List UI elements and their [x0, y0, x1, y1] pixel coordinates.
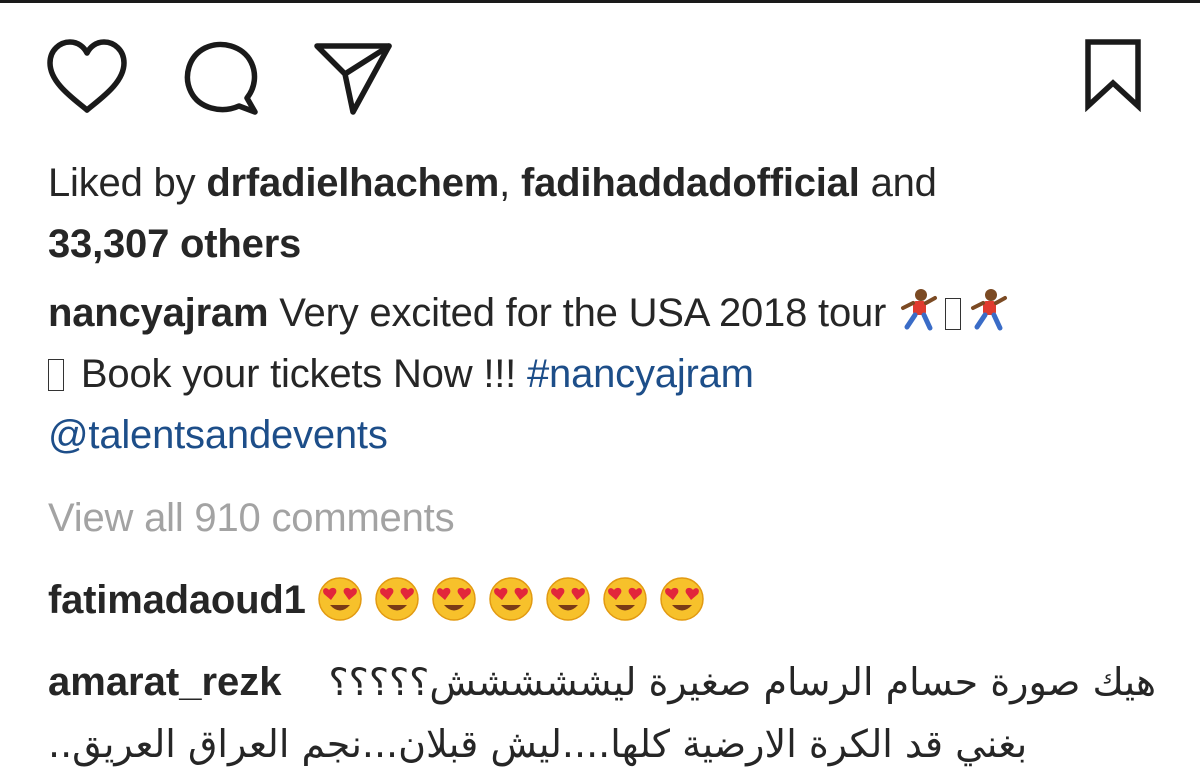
speech-bubble-icon[interactable] [181, 38, 261, 118]
heart-eyes-face-icon [374, 576, 420, 622]
liker-username[interactable]: fadihaddadofficial [521, 161, 860, 205]
caption-text: Book your tickets Now !!! [70, 352, 527, 396]
heart-eyes-face-icon [545, 576, 591, 622]
top-divider [0, 0, 1200, 3]
comment-row: fatimadaoud1 [48, 570, 1158, 640]
hashtag-link[interactable]: #nancyajram [527, 352, 754, 396]
heart-eyes-face-icon [602, 576, 648, 622]
running-boy-emoji-icon [897, 288, 939, 332]
heart-outline-icon[interactable] [44, 38, 130, 116]
comment-username[interactable]: fatimadaoud1 [48, 578, 306, 622]
caption-username[interactable]: nancyajram [48, 291, 269, 335]
likes-prefix: Liked by [48, 161, 207, 205]
missing-glyph-icon [48, 359, 64, 391]
post-action-bar [0, 38, 1200, 118]
missing-glyph-icon [945, 298, 962, 330]
likes-summary: Liked by drfadielhachem, fadihaddadoffic… [48, 153, 1158, 275]
liker-username[interactable]: drfadielhachem [206, 161, 499, 205]
likes-conjunction: and [859, 161, 937, 205]
bookmark-outline-icon[interactable] [1083, 38, 1143, 112]
heart-eyes-face-icon [488, 576, 534, 622]
view-all-comments-link[interactable]: View all 910 comments [48, 488, 1158, 549]
comment-username[interactable]: amarat_rezk [48, 652, 282, 713]
heart-eyes-face-icon [431, 576, 477, 622]
heart-eyes-face-icon-group [317, 576, 716, 640]
post-caption: nancyajram Very excited for the USA 2018… [48, 283, 1158, 466]
likes-separator: , [499, 161, 521, 205]
heart-eyes-face-icon [317, 576, 363, 622]
comment-text: بغني قد الكرة الارضية كلها....ليش قبلان.… [48, 722, 1028, 766]
running-boy-emoji-icon [967, 288, 1009, 332]
comment-text: هيك صورة حسام الرسام صغيرة ليششششش؟؟؟؟؟ [328, 660, 1156, 704]
mention-link[interactable]: @talentsandevents [48, 413, 388, 457]
likes-others-count[interactable]: 33,307 others [48, 222, 301, 266]
heart-eyes-face-icon [659, 576, 705, 622]
caption-text: Very excited for the USA 2018 tour [268, 291, 898, 335]
paper-plane-icon[interactable] [313, 38, 395, 118]
